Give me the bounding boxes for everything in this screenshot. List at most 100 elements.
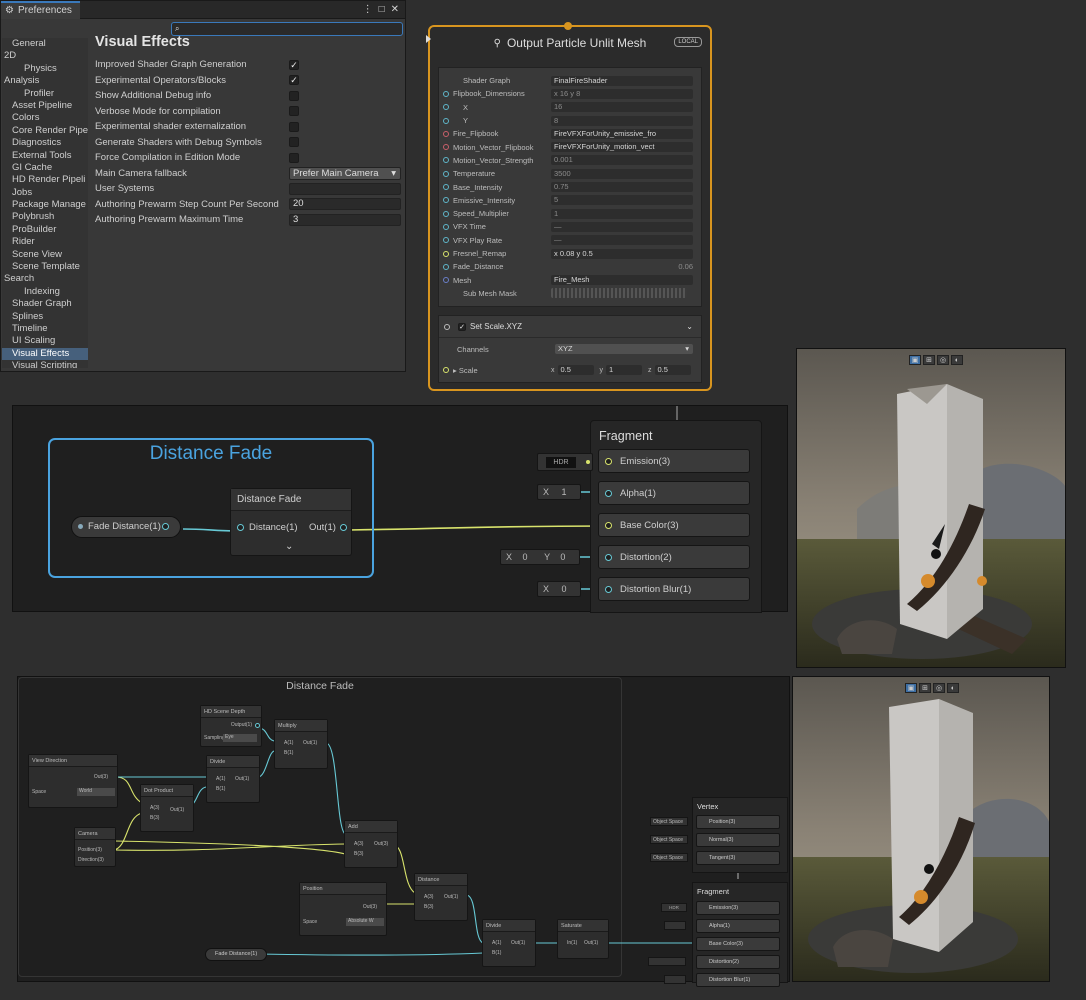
sidebar-item[interactable]: ProBuilder (2, 224, 88, 236)
property-port[interactable] (443, 104, 449, 111)
saturate-node[interactable]: Saturate In(1) Out(1) (557, 919, 609, 959)
gizmo-icon[interactable]: ◎ (933, 683, 945, 693)
sidebar-item[interactable]: Asset Pipeline (2, 100, 88, 112)
property-value[interactable]: 5 (551, 195, 693, 206)
output-pin[interactable] (255, 723, 260, 728)
sidebar-item[interactable]: Visual Effects (2, 347, 88, 361)
property-port[interactable] (443, 130, 449, 137)
alpha-x-value[interactable]: 1 (552, 487, 567, 497)
scene-viewport-bottom[interactable]: ▣ ⊞ ◎ ◐ (792, 676, 1050, 982)
property-value[interactable]: 3500 (551, 168, 693, 179)
channels-dropdown[interactable]: XYZ ▾ (555, 344, 693, 354)
scale-y-field[interactable]: 1 (606, 365, 642, 375)
shader-graph-bottom[interactable]: Distance Fade HD Scene Depth Output(1) S… (17, 676, 790, 987)
shader-graph-top[interactable]: Distance Fade Fade Distance(1) Distance … (12, 405, 788, 613)
slot-default-input[interactable] (664, 975, 686, 984)
distortion-x-value[interactable]: 0 (515, 552, 528, 562)
fragment-slot[interactable]: Emission(3) (696, 901, 780, 915)
property-value[interactable]: FinalFireShader (551, 75, 693, 86)
object-space-input[interactable]: Object Space (650, 817, 688, 826)
property-value[interactable]: 16 (551, 102, 693, 113)
position-node[interactable]: Position Out(3) Space Absolute W (299, 882, 387, 936)
object-space-input[interactable]: Object Space (650, 835, 688, 844)
sidebar-item[interactable]: Scene View (2, 249, 88, 261)
property-port[interactable] (443, 223, 449, 230)
property-value[interactable]: 0.06 (551, 262, 693, 272)
sidebar-item[interactable]: HD Render Pipeli (2, 174, 88, 186)
property-port[interactable] (443, 263, 449, 270)
fade-distance-property[interactable]: Fade Distance(1) (205, 948, 267, 961)
property-port[interactable] (443, 277, 449, 284)
sidebar-item[interactable]: Polybrush (2, 211, 88, 223)
property-value[interactable]: 8 (551, 115, 693, 126)
camera-node[interactable]: Camera Position(3) Direction(3) (74, 827, 116, 867)
gizmo-icon[interactable]: ◎ (937, 355, 949, 365)
setting-field[interactable] (289, 182, 401, 195)
sidebar-item[interactable]: Colors (2, 112, 88, 124)
property-out-pin[interactable] (162, 523, 169, 530)
distortion-y-value[interactable]: 0 (552, 552, 565, 562)
property-port[interactable] (443, 170, 449, 177)
vertex-slot[interactable]: Normal(3) (696, 833, 780, 847)
add-node[interactable]: Add A(3) B(3) Out(3) (344, 820, 398, 868)
set-scale-block[interactable]: ✓ Set Scale.XYZ ⌄ Channels XYZ ▾ ▸ Scale … (438, 315, 702, 383)
scale-x-field[interactable]: 0.5 (557, 365, 594, 375)
property-port[interactable] (443, 157, 449, 164)
setting-checkbox[interactable] (289, 121, 299, 132)
slot-pin[interactable] (605, 586, 612, 593)
fade-distance-property[interactable]: Fade Distance(1) (71, 516, 181, 538)
sidebar-item[interactable]: Core Render Pipe (2, 125, 88, 137)
distortion-input[interactable]: X 0 Y 0 (500, 549, 580, 565)
setting-checkbox[interactable] (289, 106, 299, 117)
property-port[interactable] (443, 144, 449, 151)
slot-pin[interactable] (605, 490, 612, 497)
sidebar-item[interactable]: Profiler (2, 88, 88, 100)
object-space-input[interactable]: Object Space (650, 853, 688, 862)
scene-viewport-top[interactable]: ▣ ⊞ ◎ ◐ (796, 348, 1066, 668)
fragment-slot[interactable]: Base Color(3) (696, 937, 780, 951)
slot-pin[interactable] (605, 522, 612, 529)
scale-z-field[interactable]: 0.5 (654, 365, 691, 375)
sidebar-item[interactable]: External Tools (2, 150, 88, 162)
divide-node-2[interactable]: Divide A(1) B(1) Out(1) (482, 919, 536, 967)
vertex-slot[interactable]: Tangent(3) (696, 851, 780, 865)
distortion-blur-input[interactable]: X 0 (537, 581, 581, 597)
property-value[interactable]: Fire_Mesh (551, 275, 693, 286)
sidebar-item[interactable]: Diagnostics (2, 137, 88, 149)
property-value[interactable]: — (551, 221, 693, 232)
slot-pin[interactable] (605, 458, 612, 465)
sidebar-item[interactable]: Shader Graph (2, 298, 88, 310)
property-port[interactable] (443, 197, 449, 204)
sidebar-item[interactable]: Analysis (2, 75, 88, 87)
view-direction-node[interactable]: View Direction Out(3) Space World (28, 754, 118, 808)
property-value[interactable]: x 16 y 8 (551, 88, 693, 99)
sidebar-item[interactable]: Splines (2, 311, 88, 323)
more-menu-icon[interactable]: ⋮ (363, 4, 373, 15)
maximize-icon[interactable]: □ (379, 4, 385, 15)
setting-checkbox[interactable]: ✓ (289, 59, 299, 70)
cube-view-icon[interactable]: ▣ (905, 683, 917, 693)
sidebar-item[interactable]: Indexing (2, 286, 88, 298)
output-particle-node[interactable]: ⚲ Output Particle Unlit Mesh LOCAL Shade… (426, 22, 712, 391)
chevron-down-icon[interactable]: ⌄ (686, 322, 693, 331)
fragment-slot[interactable]: Distortion Blur(1) (696, 973, 780, 987)
slot-default-input[interactable] (664, 921, 686, 930)
hd-scene-depth-node[interactable]: HD Scene Depth Output(1) Sampling Eye (200, 705, 262, 747)
property-value[interactable]: FireVFXForUnity_emissive_fro (551, 128, 693, 139)
sidebar-item[interactable]: Package Manage (2, 199, 88, 211)
fragment-slot[interactable]: Alpha(1) (598, 481, 750, 505)
property-value[interactable]: 0.001 (551, 155, 693, 166)
sampling-dropdown[interactable]: Eye (223, 734, 257, 742)
slot-pin[interactable] (605, 554, 612, 561)
hdr-swatch[interactable]: HDR (661, 903, 687, 912)
property-port[interactable] (443, 210, 449, 217)
scale-port[interactable] (443, 367, 449, 373)
fragment-slot[interactable]: Emission(3) (598, 449, 750, 473)
property-port[interactable] (443, 184, 449, 191)
grid-icon[interactable]: ⊞ (923, 355, 935, 365)
sidebar-item[interactable]: UI Scaling (2, 335, 88, 347)
setting-dropdown[interactable]: Prefer Main Camera ▾ (289, 166, 401, 180)
alpha-input[interactable]: X 1 (537, 484, 581, 500)
slot-default-input[interactable] (648, 957, 686, 966)
property-value[interactable]: 0.75 (551, 182, 693, 193)
